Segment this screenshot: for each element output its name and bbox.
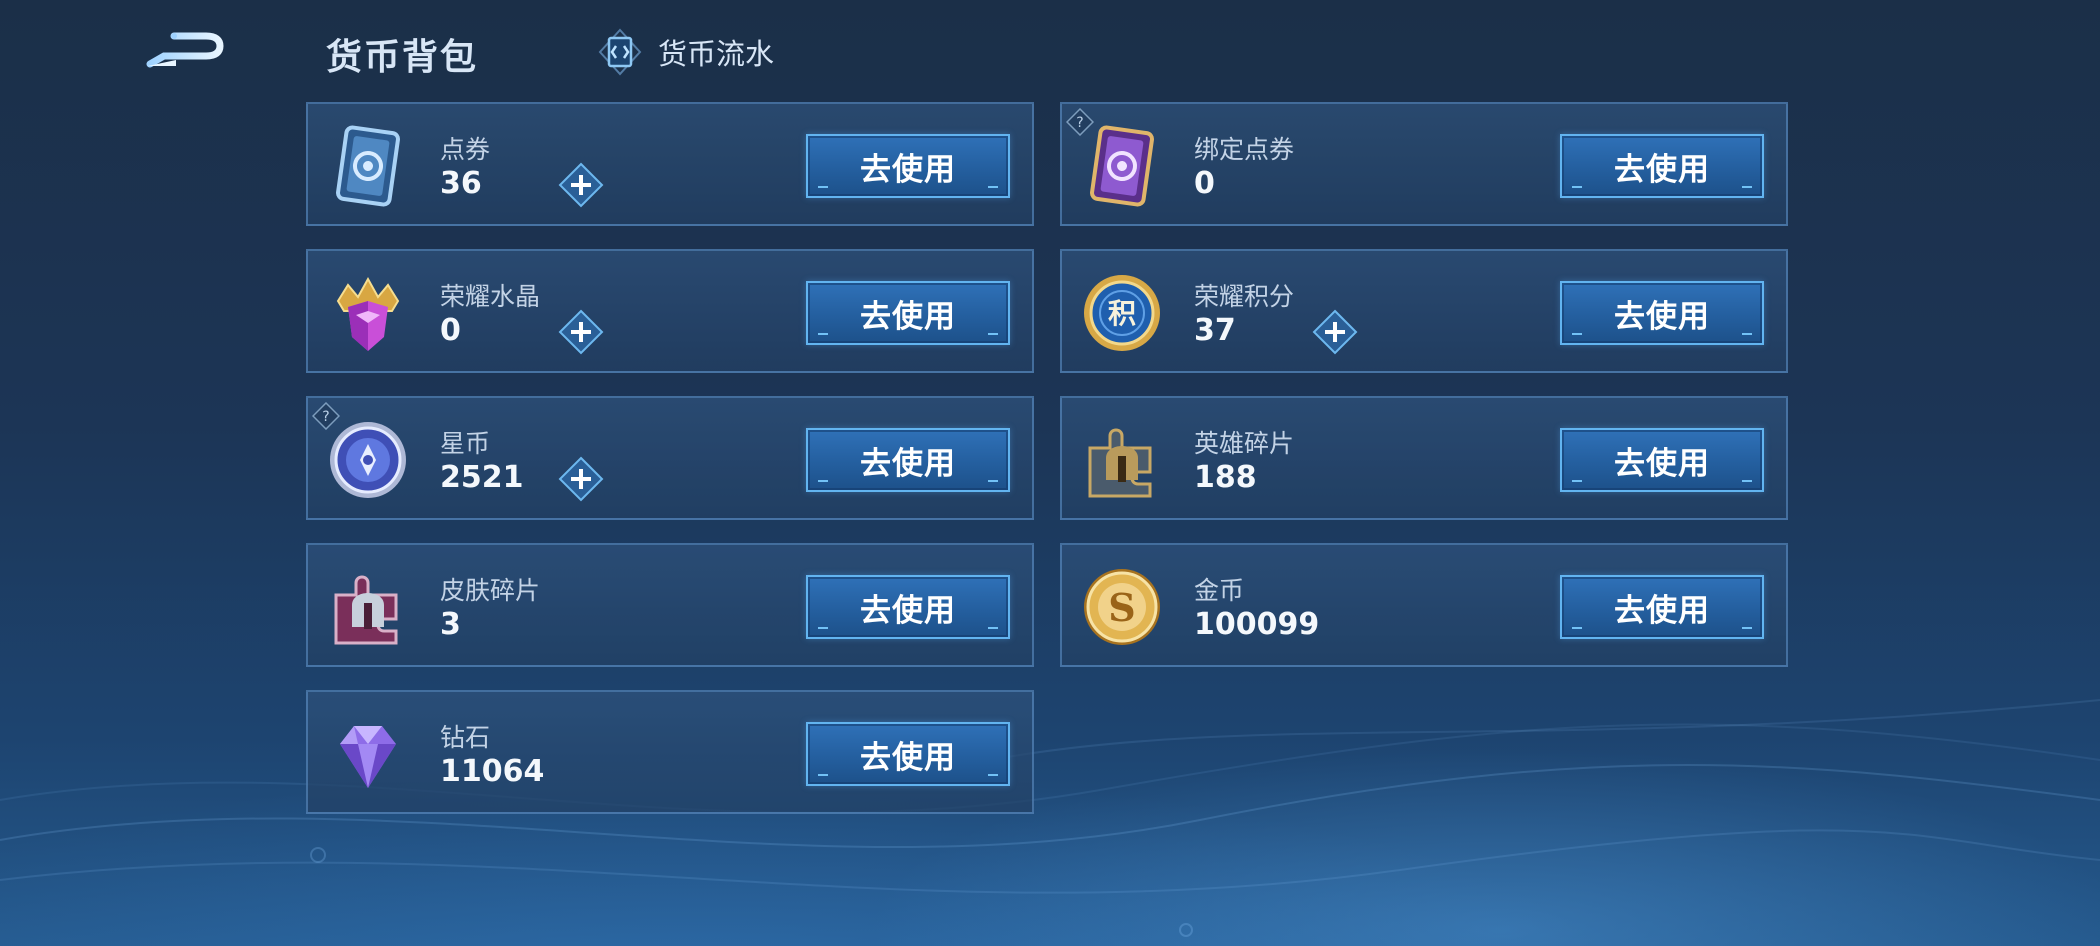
currency-name: 金币 <box>1194 576 1245 605</box>
currency-card-star-coin: ? 星币 2521 去使用 <box>306 396 1034 520</box>
currency-amount: 188 <box>1194 460 1257 495</box>
star-coin-icon <box>330 422 406 498</box>
currency-amount: 2521 <box>440 460 524 495</box>
glory-points-coin-icon: 积 <box>1084 275 1160 351</box>
currency-card-hero-fragment: 英雄碎片 188 去使用 <box>1060 396 1788 520</box>
currency-amount: 0 <box>440 313 461 348</box>
skin-fragment-icon <box>334 575 398 645</box>
currency-amount: 0 <box>1194 166 1215 201</box>
hero-fragment-icon <box>1088 428 1152 498</box>
currency-name: 点券 <box>440 135 491 164</box>
add-glory-crystal-button[interactable] <box>558 309 604 355</box>
currency-card-glory-points: 积 荣耀积分 37 去使用 <box>1060 249 1788 373</box>
currency-flow-tab[interactable]: 货币流水 <box>596 28 774 76</box>
use-glory-points-button[interactable]: 去使用 <box>1560 281 1764 345</box>
currency-name: 星币 <box>440 429 491 458</box>
use-gold-coin-button[interactable]: 去使用 <box>1560 575 1764 639</box>
currency-card-diamond: 钻石 11064 去使用 <box>306 690 1034 814</box>
back-button[interactable] <box>146 28 232 72</box>
currency-card-glory-crystal: 荣耀水晶 0 去使用 <box>306 249 1034 373</box>
use-star-coin-button[interactable]: 去使用 <box>806 428 1010 492</box>
currency-name: 英雄碎片 <box>1194 429 1295 458</box>
use-skin-fragment-button[interactable]: 去使用 <box>806 575 1010 639</box>
glory-crystal-icon <box>336 276 400 351</box>
coupon-card-icon <box>336 125 400 207</box>
currency-name: 荣耀积分 <box>1194 282 1295 311</box>
currency-flow-icon <box>598 28 642 76</box>
currency-card-skin-fragment: 皮肤碎片 3 去使用 <box>306 543 1034 667</box>
back-arrow-icon <box>146 32 224 68</box>
currency-flow-label: 货币流水 <box>658 37 775 71</box>
page-title: 货币背包 <box>326 37 479 78</box>
use-coupon-button[interactable]: 去使用 <box>806 134 1010 198</box>
currency-name: 荣耀水晶 <box>440 282 541 311</box>
use-bound-coupon-button[interactable]: 去使用 <box>1560 134 1764 198</box>
bound-coupon-card-icon <box>1090 125 1154 207</box>
use-hero-fragment-button[interactable]: 去使用 <box>1560 428 1764 492</box>
diamond-icon <box>340 726 396 788</box>
currency-amount: 37 <box>1194 313 1236 348</box>
gold-coin-icon: S <box>1084 569 1160 645</box>
currency-name: 绑定点券 <box>1194 135 1295 164</box>
currency-card-gold-coin: S 金币 100099 去使用 <box>1060 543 1788 667</box>
currency-name: 钻石 <box>440 723 491 752</box>
use-diamond-button[interactable]: 去使用 <box>806 722 1010 786</box>
currency-card-coupon: 点券 36 去使用 <box>306 102 1034 226</box>
svg-text:S: S <box>1108 585 1135 630</box>
currency-amount: 11064 <box>440 754 545 789</box>
add-star-coin-button[interactable] <box>558 456 604 502</box>
currency-amount: 100099 <box>1194 607 1320 642</box>
use-glory-crystal-button[interactable]: 去使用 <box>806 281 1010 345</box>
add-glory-points-button[interactable] <box>1312 309 1358 355</box>
currency-name: 皮肤碎片 <box>440 576 541 605</box>
add-coupon-button[interactable] <box>558 162 604 208</box>
currency-amount: 3 <box>440 607 461 642</box>
currency-amount: 36 <box>440 166 482 201</box>
currency-card-bound-coupon: ? 绑定点券 0 去使用 <box>1060 102 1788 226</box>
svg-text:积: 积 <box>1108 297 1136 330</box>
